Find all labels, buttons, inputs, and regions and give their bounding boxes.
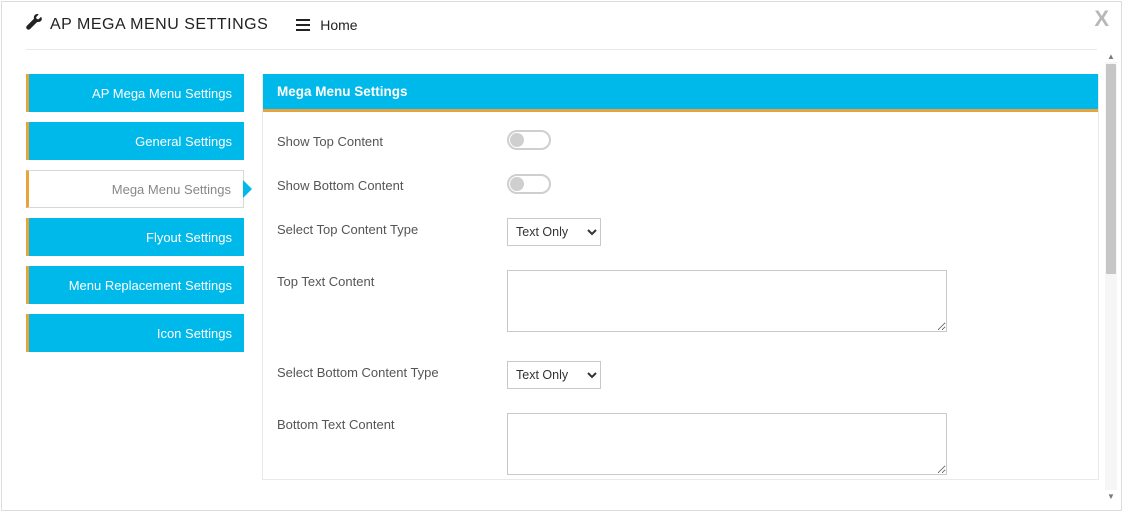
home-link[interactable]: Home bbox=[320, 17, 357, 33]
hamburger-icon[interactable] bbox=[296, 19, 310, 31]
sidebar: AP Mega Menu Settings General Settings M… bbox=[26, 74, 244, 480]
scroll-down-icon[interactable]: ▼ bbox=[1105, 490, 1117, 502]
scroll-up-icon[interactable]: ▲ bbox=[1105, 50, 1117, 62]
label-select-top-content-type: Select Top Content Type bbox=[277, 218, 507, 237]
sidebar-item-menu-replacement-settings[interactable]: Menu Replacement Settings bbox=[26, 266, 244, 304]
app-title: AP MEGA MENU SETTINGS bbox=[50, 16, 268, 34]
label-select-bottom-content-type: Select Bottom Content Type bbox=[277, 361, 507, 380]
sidebar-item-label: Mega Menu Settings bbox=[112, 182, 231, 197]
sidebar-item-label: General Settings bbox=[135, 134, 232, 149]
label-top-text-content: Top Text Content bbox=[277, 270, 507, 289]
sidebar-item-label: AP Mega Menu Settings bbox=[92, 86, 232, 101]
panel-body: Show Top Content Show Bottom Content Sel… bbox=[263, 112, 1098, 479]
sidebar-item-icon-settings[interactable]: Icon Settings bbox=[26, 314, 244, 352]
textarea-top-text-content[interactable] bbox=[507, 270, 947, 332]
sidebar-item-mega-menu-settings[interactable]: Mega Menu Settings bbox=[26, 170, 244, 208]
select-top-content-type[interactable]: Text Only bbox=[507, 218, 601, 246]
label-show-bottom-content: Show Bottom Content bbox=[277, 174, 507, 193]
textarea-bottom-text-content[interactable] bbox=[507, 413, 947, 475]
sidebar-item-general-settings[interactable]: General Settings bbox=[26, 122, 244, 160]
toggle-show-bottom-content[interactable] bbox=[507, 174, 551, 194]
vertical-scrollbar[interactable]: ▲ ▼ bbox=[1105, 62, 1117, 490]
header-bar: AP MEGA MENU SETTINGS Home bbox=[2, 2, 1121, 49]
toggle-show-top-content[interactable] bbox=[507, 130, 551, 150]
sidebar-item-label: Menu Replacement Settings bbox=[69, 278, 232, 293]
label-bottom-text-content: Bottom Text Content bbox=[277, 413, 507, 432]
sidebar-item-ap-mega-menu-settings[interactable]: AP Mega Menu Settings bbox=[26, 74, 244, 112]
scrollbar-thumb[interactable] bbox=[1106, 64, 1116, 274]
sidebar-item-label: Icon Settings bbox=[157, 326, 232, 341]
wrench-icon bbox=[26, 14, 42, 35]
sidebar-item-label: Flyout Settings bbox=[146, 230, 232, 245]
select-bottom-content-type[interactable]: Text Only bbox=[507, 361, 601, 389]
panel-title: Mega Menu Settings bbox=[263, 74, 1098, 112]
sidebar-item-flyout-settings[interactable]: Flyout Settings bbox=[26, 218, 244, 256]
close-button[interactable]: X bbox=[1094, 6, 1109, 32]
label-show-top-content: Show Top Content bbox=[277, 130, 507, 149]
main-panel: Mega Menu Settings Show Top Content Show… bbox=[262, 74, 1099, 480]
